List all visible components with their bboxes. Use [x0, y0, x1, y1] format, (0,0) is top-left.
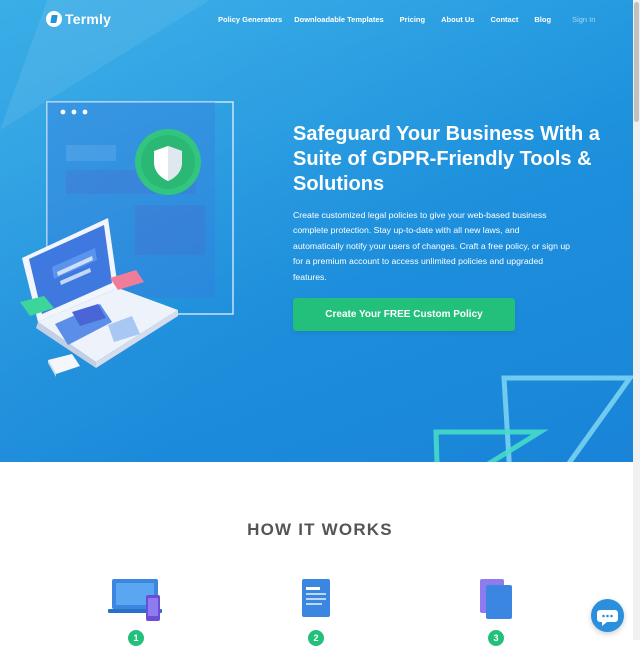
- scrollbar-thumb[interactable]: [634, 2, 639, 122]
- sign-in-link[interactable]: Sign In: [572, 15, 595, 24]
- page-scrollbar[interactable]: [633, 0, 640, 640]
- nav-links: Policy Generators Downloadable Templates…: [218, 15, 595, 24]
- step-number: 2: [308, 630, 324, 646]
- nav-link-downloadable-templates[interactable]: Downloadable Templates: [294, 15, 383, 24]
- documents-stack-icon: [480, 579, 512, 619]
- hero-illustration: [20, 101, 234, 377]
- logo-icon: [46, 11, 62, 27]
- how-it-works-title: HOW IT WORKS: [247, 520, 393, 539]
- triangle-decoration: [433, 375, 635, 462]
- step-number: 3: [488, 630, 504, 646]
- create-policy-button[interactable]: Create Your FREE Custom Policy: [293, 298, 515, 331]
- nav-link-pricing[interactable]: Pricing: [400, 15, 425, 24]
- nav-link-blog[interactable]: Blog: [534, 15, 551, 24]
- nav-link-about-us[interactable]: About Us: [441, 15, 474, 24]
- nav-link-policy-generators[interactable]: Policy Generators: [218, 15, 282, 24]
- how-step-2: 2: [286, 575, 346, 646]
- chat-button[interactable]: [591, 599, 624, 632]
- hero-description: Create customized legal policies to give…: [293, 210, 571, 282]
- chat-icon: [597, 610, 618, 626]
- hero-section: Termly Policy Generators Downloadable Te…: [0, 0, 640, 462]
- how-step-1: 1: [106, 575, 166, 646]
- document-icon: [302, 579, 330, 617]
- step-number: 1: [128, 630, 144, 646]
- nav-link-contact[interactable]: Contact: [490, 15, 518, 24]
- hero-headline: Safeguard Your Business With a Suite of …: [293, 123, 600, 195]
- brand-name: Termly: [65, 11, 112, 27]
- how-step-3: 3: [466, 575, 526, 646]
- brand-logo[interactable]: Termly: [46, 11, 111, 27]
- top-nav: Termly Policy Generators Downloadable Te…: [0, 0, 640, 40]
- devices-icon: [108, 579, 162, 621]
